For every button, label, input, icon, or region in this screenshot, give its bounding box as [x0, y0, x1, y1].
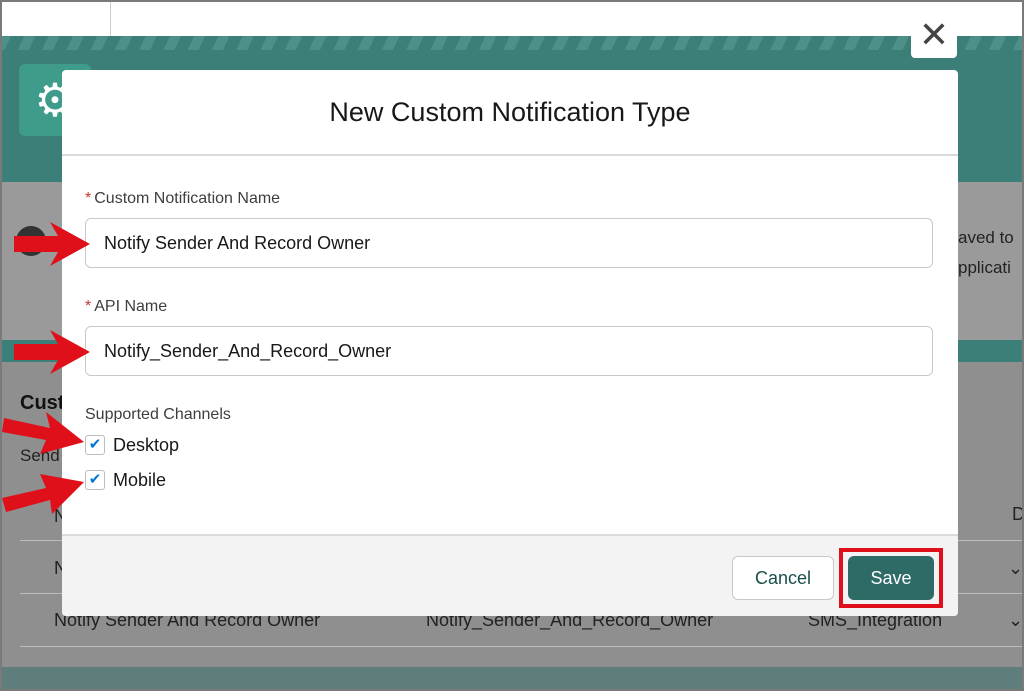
modal-footer: Cancel Save [62, 534, 958, 616]
top-bar-divider [110, 0, 111, 36]
background-info-text-2: pplicati [958, 258, 1011, 277]
annotation-arrow-icon [14, 222, 90, 266]
custom-notification-name-label: * Custom Notification Name [85, 190, 280, 208]
header-pattern [0, 36, 1024, 50]
annotation-arrow-icon [2, 412, 84, 454]
top-bar [0, 0, 1024, 36]
annotation-arrow-icon [14, 330, 90, 374]
required-marker: * [85, 298, 92, 315]
new-notification-type-modal: New Custom Notification Type * Custom Not… [62, 70, 958, 616]
api-name-label-text: API Name [94, 298, 168, 315]
annotation-arrow-icon [2, 474, 84, 514]
desktop-channel-option[interactable]: ✔ Desktop [85, 433, 179, 457]
modal-title: New Custom Notification Type [62, 70, 958, 156]
background-info-text-1: aved to [958, 228, 1014, 247]
row-menu-chevron-icon[interactable]: ⌄ [1008, 610, 1023, 631]
custom-notification-name-input[interactable]: Notify Sender And Record Owner [85, 218, 933, 268]
desktop-label: Desktop [113, 434, 180, 455]
table-divider [20, 646, 1024, 647]
mobile-channel-option[interactable]: ✔ Mobile [85, 468, 166, 492]
supported-channels-label: Supported Channels [85, 406, 231, 423]
background-table-header-right: D [1012, 504, 1024, 524]
row-menu-chevron-icon[interactable]: ⌄ [1008, 558, 1023, 579]
api-name-label: * API Name [85, 298, 167, 316]
close-icon[interactable]: ✕ [911, 12, 957, 58]
cancel-button[interactable]: Cancel [732, 556, 834, 600]
background-footer [0, 667, 1024, 691]
custom-notification-name-label-text: Custom Notification Name [94, 190, 281, 207]
save-button[interactable]: Save [848, 556, 934, 600]
api-name-input[interactable]: Notify_Sender_And_Record_Owner [85, 326, 933, 376]
required-marker: * [85, 190, 92, 207]
mobile-label: Mobile [113, 469, 167, 490]
